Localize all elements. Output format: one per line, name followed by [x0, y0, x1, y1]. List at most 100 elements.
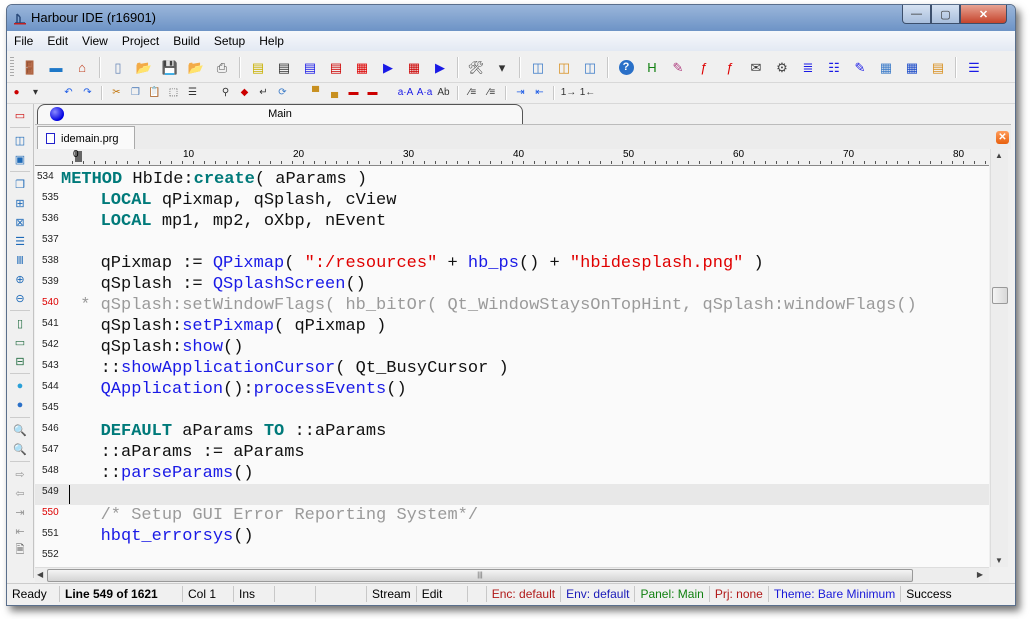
code-line[interactable]: 542 qSplash:show() [35, 337, 989, 358]
vertical-scrollbar[interactable]: ▲ ▼ [990, 149, 1008, 567]
view-tree-button[interactable]: ◫ [579, 56, 601, 78]
bookmark-button[interactable]: ◆ [236, 85, 253, 101]
redo-button[interactable]: ↷ [79, 85, 96, 101]
scroll-up-icon[interactable]: ▲ [995, 151, 1003, 160]
help-circle-button[interactable]: ● [12, 378, 28, 394]
menu-project[interactable]: Project [115, 34, 166, 48]
panel-split-button[interactable]: ⊟ [12, 353, 28, 369]
goto-start-button[interactable]: ⇤ [12, 523, 28, 539]
reports-button[interactable]: ▤ [927, 56, 949, 78]
horizontal-scroll-thumb[interactable]: ||| [47, 569, 913, 582]
zoom-out-button[interactable]: 🔍 [12, 441, 28, 457]
indent-right-button[interactable]: ⇥ [512, 85, 529, 101]
form-designer-button[interactable]: ☷ [823, 56, 845, 78]
zoom-in-window-button[interactable]: ⊕ [12, 271, 28, 287]
home-button[interactable]: ⌂ [71, 56, 93, 78]
code-line[interactable]: 539 qSplash := QSplashScreen() [35, 274, 989, 295]
goto-end-button[interactable]: ⇥ [12, 504, 28, 520]
stream-comment-button[interactable]: ⁄≡ [483, 85, 500, 101]
select-all-button[interactable]: ⬚ [165, 85, 182, 101]
code-line[interactable]: 545 [35, 400, 989, 421]
split-vertical-button[interactable]: ◫ [12, 132, 28, 148]
open-file-button[interactable]: 📂 [133, 56, 155, 78]
close-file-button[interactable]: 📂 [185, 56, 207, 78]
forward-arrow-button[interactable]: ⇨ [12, 466, 28, 482]
new-file-button[interactable]: ▯ [107, 56, 129, 78]
invert-case-button[interactable]: Ab [435, 85, 452, 101]
cut-button[interactable]: ✂ [108, 85, 125, 101]
code-line[interactable]: 536 LOCAL mp1, mp2, oXbp, nEvent [35, 211, 989, 232]
file-tab[interactable]: idemain.prg [37, 126, 135, 150]
find-button[interactable]: ⚲ [217, 85, 234, 101]
properties-button[interactable]: ✉ [745, 56, 767, 78]
single-to-double-quotes-button[interactable]: 1→ [560, 85, 577, 101]
view-editor-button[interactable]: ◫ [553, 56, 575, 78]
minimize-button[interactable]: — [902, 5, 931, 24]
panel-left-button[interactable]: ▯ [12, 315, 28, 331]
record-dropdown-button[interactable]: ▾ [27, 85, 44, 101]
rebuild-button[interactable]: ▦ [403, 56, 425, 78]
help-button[interactable]: ? [615, 56, 637, 78]
maximize-button[interactable]: ▢ [931, 5, 960, 24]
code-line[interactable]: 547 ::aParams := aParams [35, 442, 989, 463]
window-button[interactable]: ▭ [12, 107, 28, 123]
code-line[interactable]: 549 [35, 484, 989, 505]
close-window-button[interactable]: ✕ [960, 5, 1007, 24]
info-circle-button[interactable]: ● [12, 397, 28, 413]
copy-button[interactable]: ❐ [127, 85, 144, 101]
code-line[interactable]: 550 /* Setup GUI Error Reporting System*… [35, 505, 989, 526]
duplicate-line-button[interactable]: ▬ [364, 85, 381, 101]
save-layout-button[interactable]: ▣ [12, 151, 28, 167]
build-wall-button[interactable]: ▦ [351, 56, 373, 78]
code-line[interactable]: 538 qPixmap := QPixmap( ":/resources" + … [35, 253, 989, 274]
code-line[interactable]: 534 METHOD HbIde:create( aParams ) [35, 169, 989, 190]
to-lower-button[interactable]: a·A [397, 85, 414, 101]
to-upper-button[interactable]: A·a [416, 85, 433, 101]
rebuild-launch-button[interactable]: ▶ [429, 56, 451, 78]
menu-view[interactable]: View [75, 34, 115, 48]
exit-button[interactable]: 🚪 [19, 56, 41, 78]
panel-top-button[interactable]: ▭ [12, 334, 28, 350]
code-line[interactable]: 543 ::showApplicationCursor( Qt_BusyCurs… [35, 358, 989, 379]
scroll-down-icon[interactable]: ▼ [995, 556, 1003, 565]
print-button[interactable]: ⎙ [211, 56, 233, 78]
menu-edit[interactable]: Edit [40, 34, 75, 48]
move-line-up-button[interactable]: ▀ [307, 85, 324, 101]
tile-horizontal-button[interactable]: ☰ [12, 233, 28, 249]
harbour-help-button[interactable]: H [641, 56, 663, 78]
scroll-left-icon[interactable]: ◀ [37, 570, 43, 579]
move-line-down-button[interactable]: ▄ [326, 85, 343, 101]
compile-button[interactable]: ▤ [247, 56, 269, 78]
zoom-in-button[interactable]: 🔍 [12, 422, 28, 438]
tools-button[interactable]: 🛠 [465, 56, 487, 78]
tools-dropdown-button[interactable]: ▾ [491, 56, 513, 78]
horizontal-scrollbar[interactable]: ◀ ||| ▶ [35, 567, 989, 582]
build-button[interactable]: ▤ [325, 56, 347, 78]
indent-left-button[interactable]: ⇤ [531, 85, 548, 101]
document-button[interactable]: 🗎 [12, 542, 28, 558]
function-projects-button[interactable]: ƒ [719, 56, 741, 78]
menu-file[interactable]: File [7, 34, 40, 48]
code-line[interactable]: 541 qSplash:setPixmap( qPixmap ) [35, 316, 989, 337]
code-snippets-button[interactable]: ▦ [875, 56, 897, 78]
goto-line-button[interactable]: ↵ [255, 85, 272, 101]
tile-button[interactable]: ⊞ [12, 195, 28, 211]
code-line[interactable]: 544 QApplication():processEvents() [35, 379, 989, 400]
build-launch-button[interactable]: ▶ [377, 56, 399, 78]
back-arrow-button[interactable]: ⇦ [12, 485, 28, 501]
preprocess-button[interactable]: ▤ [299, 56, 321, 78]
settings-gears-button[interactable]: ⚙ [771, 56, 793, 78]
compile-ppo-button[interactable]: ▤ [273, 56, 295, 78]
panel-tab-main[interactable]: Main [37, 104, 523, 124]
function-list-button[interactable]: ƒ [693, 56, 715, 78]
block-comment-button[interactable]: ⁄≡ [464, 85, 481, 101]
skeletons-button[interactable]: ✎ [849, 56, 871, 78]
document-writer-button[interactable]: ≣ [797, 56, 819, 78]
undo-button[interactable]: ↶ [60, 85, 77, 101]
code-line[interactable]: 546 DEFAULT aParams TO ::aParams [35, 421, 989, 442]
zoom-out-window-button[interactable]: ⊖ [12, 290, 28, 306]
maximize-all-button[interactable]: ⊠ [12, 214, 28, 230]
code-line[interactable]: 540 * qSplash:setWindowFlags( hb_bitOr( … [35, 295, 989, 316]
column-select-button[interactable]: ☰ [184, 85, 201, 101]
menu-help[interactable]: Help [252, 34, 291, 48]
